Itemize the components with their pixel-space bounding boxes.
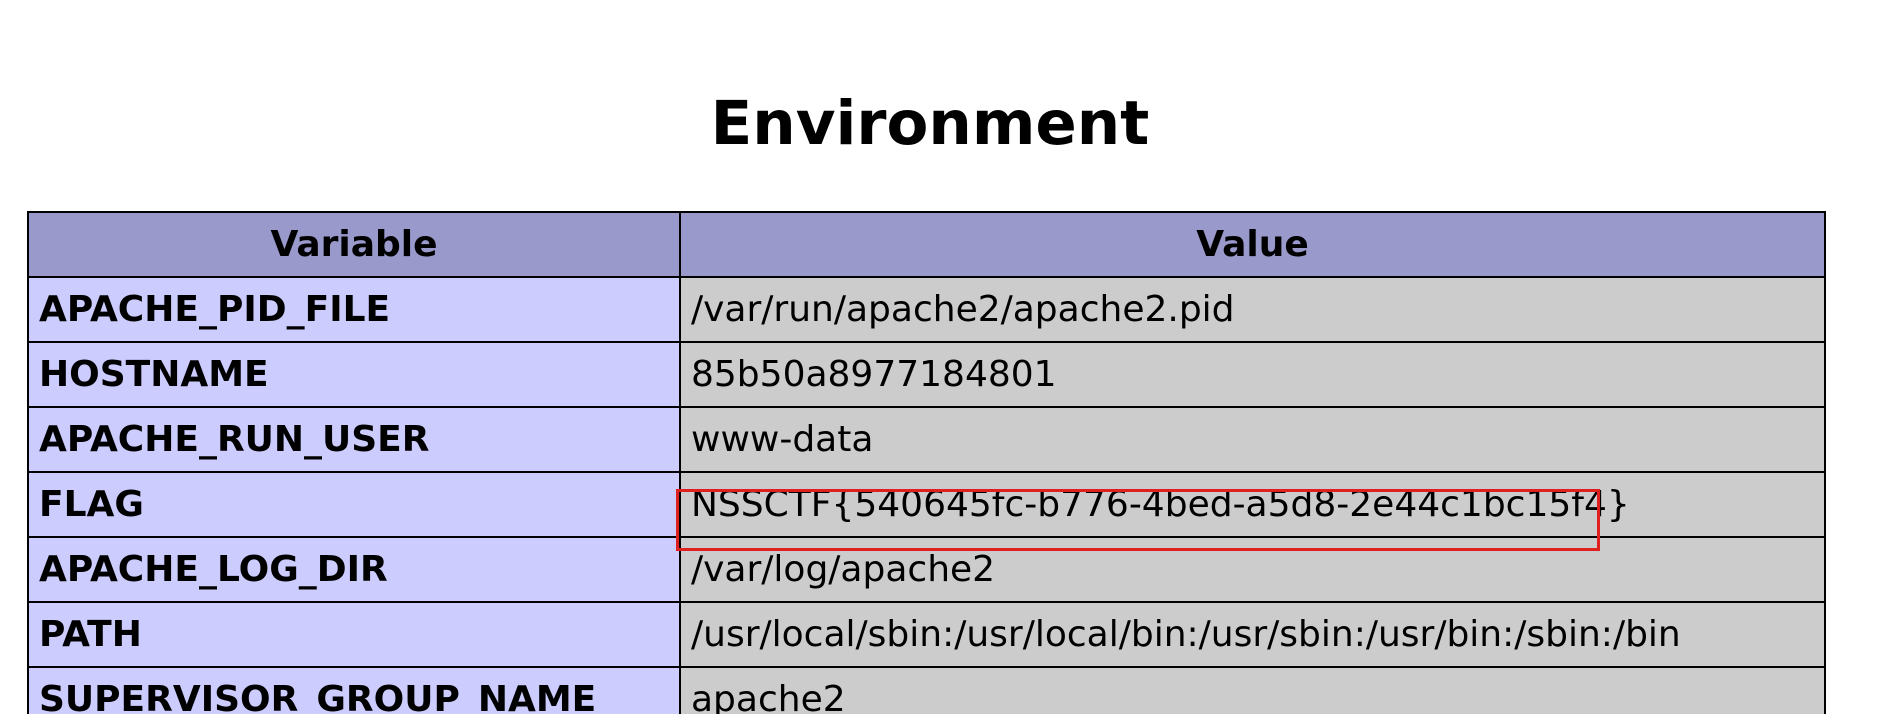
column-header-value: Value [679,211,1826,278]
variable-name-cell: PATH [27,601,681,668]
variable-value-cell: apache2 [679,666,1826,714]
variable-value-cell: www-data [679,406,1826,473]
variable-value-cell: /var/log/apache2 [679,536,1826,603]
table-row-flag: FLAG NSSCTF{540645fc-b776-4bed-a5d8-2e44… [27,471,1826,538]
variable-name-cell: FLAG [27,471,681,538]
column-header-variable: Variable [27,211,681,278]
variable-value-cell: /var/run/apache2/apache2.pid [679,276,1826,343]
table-row: HOSTNAME 85b50a8977184801 [27,341,1826,408]
table-row: SUPERVISOR_GROUP_NAME apache2 [27,666,1826,714]
variable-name-cell: HOSTNAME [27,341,681,408]
variable-name-cell: APACHE_LOG_DIR [27,536,681,603]
table-row: APACHE_PID_FILE /var/run/apache2/apache2… [27,276,1826,343]
page-title: Environment [710,88,1150,159]
table-row: PATH /usr/local/sbin:/usr/local/bin:/usr… [27,601,1826,668]
variable-name-cell: APACHE_RUN_USER [27,406,681,473]
table-row: APACHE_RUN_USER www-data [27,406,1826,473]
variable-value-cell: 85b50a8977184801 [679,341,1826,408]
variable-value-cell: /usr/local/sbin:/usr/local/bin:/usr/sbin… [679,601,1826,668]
variable-name-cell: SUPERVISOR_GROUP_NAME [27,666,681,714]
flag-value-cell: NSSCTF{540645fc-b776-4bed-a5d8-2e44c1bc1… [679,471,1826,538]
table-header-row: Variable Value [27,211,1826,278]
variable-name-cell: APACHE_PID_FILE [27,276,681,343]
environment-table: Variable Value APACHE_PID_FILE /var/run/… [27,211,1826,714]
table-row: APACHE_LOG_DIR /var/log/apache2 [27,536,1826,603]
